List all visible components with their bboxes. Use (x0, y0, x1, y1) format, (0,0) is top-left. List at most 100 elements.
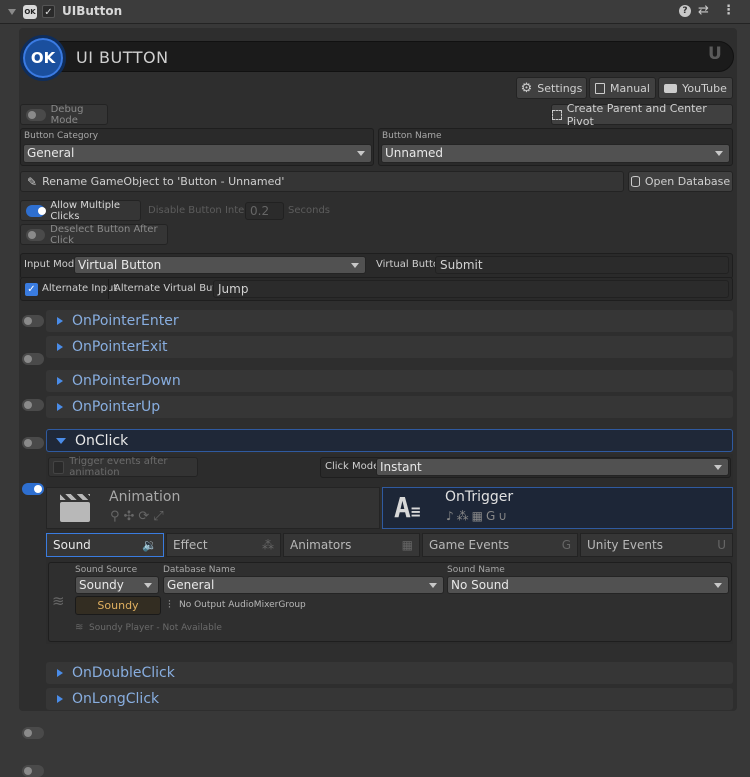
multi-click-toggle-switch (26, 204, 47, 217)
onpointerexit-label: OnPointerExit (72, 339, 168, 355)
deselect-toggle[interactable]: Deselect Button After Click (20, 224, 168, 246)
banner-title: UI BUTTON (76, 48, 169, 67)
tab-unity-events-label: Unity Events (587, 538, 663, 552)
presets-icon[interactable]: ⇄ (698, 3, 709, 18)
gear-icon: ⚙ (520, 80, 533, 96)
sound-name-dropdown[interactable]: No Sound (447, 576, 729, 594)
name-label: Button Name (382, 131, 442, 141)
divider (108, 279, 109, 299)
ok-logo-text: OK (30, 49, 56, 67)
onpointerexit-foldout[interactable]: OnPointerExit (46, 336, 733, 358)
name-dropdown[interactable]: Unnamed (381, 144, 730, 163)
onpointerdown-label: OnPointerDown (72, 373, 181, 389)
onlongclick-label: OnLongClick (72, 691, 160, 707)
tab-animators[interactable]: Animators ▦ (283, 533, 420, 557)
debug-mode-label: Debug Mode (50, 103, 84, 126)
youtube-button[interactable]: YouTube (658, 77, 733, 99)
tab-game-events-label: Game Events (429, 538, 510, 552)
chevron-down-icon (714, 465, 722, 470)
onclick-label: OnClick (75, 433, 129, 449)
alternate-input-checkbox[interactable]: ✓ (25, 283, 38, 296)
onlongclick-foldout[interactable]: OnLongClick (46, 688, 733, 710)
interval-value: 0.2 (250, 204, 270, 218)
sound-source-label: Sound Source (75, 565, 138, 575)
component-title: UIButton (62, 4, 123, 18)
ontrigger-icon: A≡ (394, 491, 421, 524)
database-icon (630, 176, 640, 187)
seconds-label: Seconds (288, 205, 331, 216)
settings-label: Settings (537, 81, 583, 95)
category-dropdown[interactable]: General (23, 144, 372, 163)
interval-input[interactable]: 0.2 (245, 202, 284, 220)
edit-icon: ✎ (27, 174, 38, 189)
animation-icons: ⚲✣⟳⤢ (110, 509, 168, 524)
settings-button[interactable]: ⚙ Settings (516, 77, 587, 99)
allow-multiple-clicks-toggle[interactable]: Allow Multiple Clicks (20, 200, 141, 222)
sound-name-value: No Sound (451, 578, 509, 592)
onpointerdown-foldout[interactable]: OnPointerDown (46, 370, 733, 392)
expand-arrow-icon (57, 695, 63, 703)
component-icon: OK (23, 5, 37, 19)
input-mode-dropdown[interactable]: Virtual Button (74, 256, 366, 274)
animation-card[interactable] (46, 487, 380, 529)
ondoubleclick-foldout[interactable]: OnDoubleClick (46, 662, 733, 684)
soundy-label: Soundy (97, 599, 139, 612)
click-mode-dropdown[interactable]: Instant (376, 458, 729, 476)
tab-unity-events[interactable]: Unity Events U (580, 533, 733, 557)
game-events-icon: G (561, 538, 571, 552)
onpointerenter-toggle[interactable] (22, 315, 44, 327)
more-menu-icon[interactable]: ⋮ (722, 3, 735, 18)
debug-mode-toggle[interactable]: Debug Mode (20, 103, 108, 126)
soundy-button[interactable]: Soundy (75, 596, 161, 615)
onpointerdown-toggle[interactable] (22, 399, 44, 411)
tab-effect-label: Effect (173, 538, 208, 552)
input-mode-value: Virtual Button (78, 258, 162, 272)
chevron-down-icon (715, 151, 723, 156)
sound-source-value: Soundy (79, 578, 124, 592)
manual-button[interactable]: Manual (589, 77, 656, 99)
virtual-button-value: Submit (440, 258, 483, 272)
sound-source-dropdown[interactable]: Soundy (75, 576, 159, 594)
onpointerup-foldout[interactable]: OnPointerUp (46, 396, 733, 418)
foldout-arrow-icon[interactable] (8, 9, 16, 15)
create-parent-button[interactable]: Create Parent and Center Pivot (551, 102, 733, 128)
onpointerup-label: OnPointerUp (72, 399, 161, 415)
alternate-input-label: Alternate Input (42, 283, 118, 294)
ondoubleclick-toggle[interactable] (22, 727, 44, 739)
tab-game-events[interactable]: Game Events G (422, 533, 578, 557)
ontrigger-card[interactable] (382, 487, 733, 529)
alt-virtual-button-input[interactable]: Jump (213, 280, 729, 298)
trigger-after-animation-toggle[interactable]: Trigger events after animation (48, 456, 198, 478)
category-label: Button Category (24, 131, 99, 141)
onclick-toggle[interactable] (22, 483, 44, 495)
ok-logo-icon: OK (20, 35, 66, 81)
rename-label: Rename GameObject to 'Button - Unnamed' (42, 175, 285, 188)
onpointerenter-foldout[interactable]: OnPointerEnter (46, 310, 733, 332)
enabled-checkbox[interactable]: ✓ (42, 5, 55, 18)
animation-label: Animation (109, 489, 181, 505)
onlongclick-toggle[interactable] (22, 765, 44, 777)
tab-animators-label: Animators (290, 538, 352, 552)
unity-events-icon: U (717, 538, 726, 552)
open-database-button[interactable]: Open Database (628, 171, 733, 192)
tab-effect[interactable]: Effect ⁂ (166, 533, 281, 557)
open-database-label: Open Database (644, 175, 731, 188)
alt-virtual-button-value: Jump (218, 282, 249, 296)
onpointerexit-toggle[interactable] (22, 353, 44, 365)
rename-button[interactable]: ✎ Rename GameObject to 'Button - Unnamed… (20, 171, 624, 192)
chevron-down-icon (429, 583, 437, 588)
mixer-label: No Output AudioMixerGroup (179, 600, 306, 610)
soundy-player-label: Soundy Player - Not Available (89, 623, 222, 633)
database-name-dropdown[interactable]: General (163, 576, 444, 594)
clapperboard-icon (60, 494, 90, 522)
help-icon[interactable]: ? (679, 5, 691, 17)
virtual-button-input[interactable]: Submit (435, 256, 729, 274)
tab-sound[interactable]: Sound 🔉 (46, 533, 164, 557)
doozy-logo-icon: U (708, 44, 722, 64)
center-pivot-icon (552, 109, 562, 120)
onclick-foldout[interactable]: OnClick (46, 429, 733, 452)
chevron-down-icon (144, 583, 152, 588)
soundy-icon: ≋ (52, 592, 65, 610)
onpointerup-toggle[interactable] (22, 437, 44, 449)
debug-toggle-switch (26, 108, 46, 121)
